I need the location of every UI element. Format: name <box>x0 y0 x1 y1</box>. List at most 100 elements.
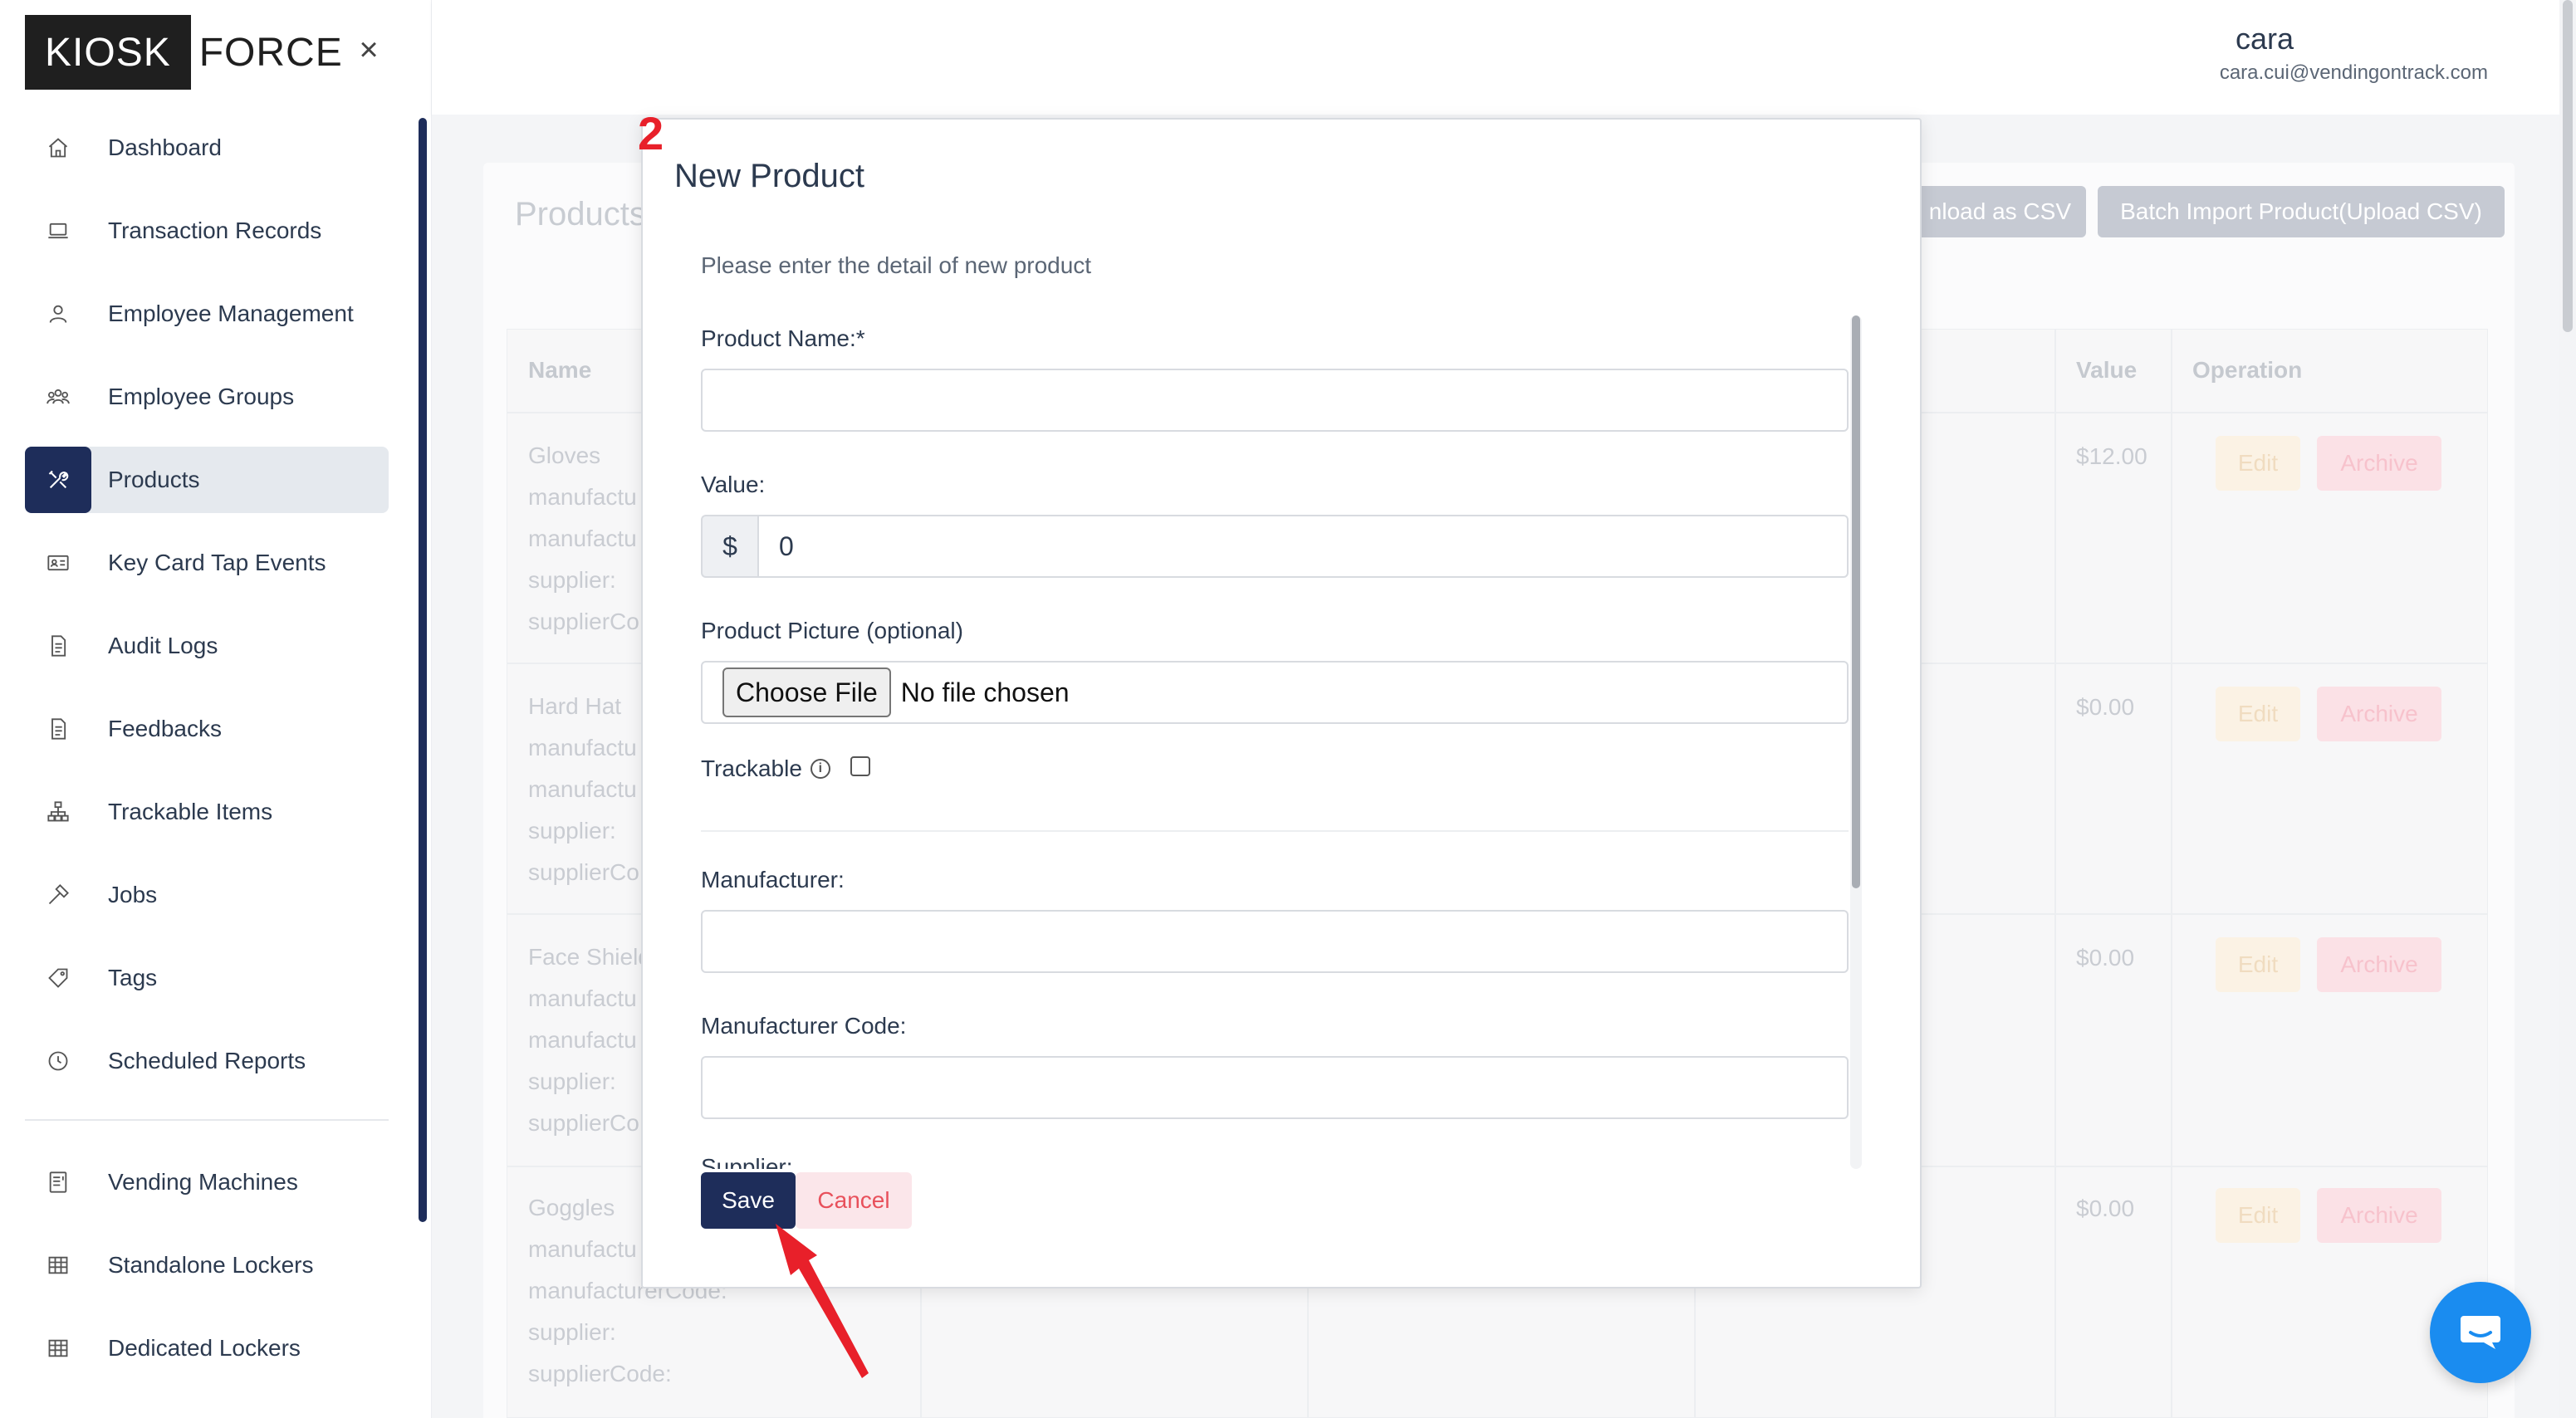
batch-import-button[interactable]: Batch Import Product(Upload CSV) <box>2098 186 2505 237</box>
column-header-value[interactable]: Value <box>2076 357 2137 384</box>
sidebar-item-key-card-tap-events[interactable]: Key Card Tap Events <box>25 530 389 596</box>
file-status: No file chosen <box>900 677 1070 707</box>
sidebar-item-transaction-records[interactable]: Transaction Records <box>25 198 389 264</box>
row-line-text: supplierCo <box>528 859 639 885</box>
sidebar-item-label: Transaction Records <box>108 218 322 243</box>
sidebar-item-vending-machines[interactable]: Vending Machines <box>25 1149 389 1215</box>
sidebar: KIOSK FORCE × Dashboard Transaction Reco… <box>0 0 432 1418</box>
form-scrollbar-thumb[interactable] <box>1852 315 1860 888</box>
annotation-step-number: 2 <box>638 107 664 159</box>
row-line-text: manufactu <box>528 735 637 760</box>
table-col-divider <box>2171 329 2172 1418</box>
id-card-icon <box>25 530 91 596</box>
user-icon <box>25 281 91 347</box>
grid-icon <box>25 1315 91 1381</box>
form-divider <box>701 830 1849 832</box>
hammer-icon <box>25 862 91 928</box>
info-icon[interactable]: i <box>810 759 830 779</box>
sidebar-item-label: Dashboard <box>108 134 222 160</box>
archive-button[interactable]: Archive <box>2317 1188 2441 1243</box>
row-line-text: Face Shield <box>528 944 651 970</box>
sidebar-item-trackable-items[interactable]: Trackable Items <box>25 779 389 845</box>
choose-file-button[interactable]: Choose File <box>722 667 891 717</box>
archive-button[interactable]: Archive <box>2317 436 2441 491</box>
sidebar-item-label: Key Card Tap Events <box>108 550 326 575</box>
currency-prefix: $ <box>701 515 757 578</box>
grid-icon <box>25 1232 91 1298</box>
table-row: Gloves manufactu manufactu supplier: sup… <box>528 435 639 643</box>
row-value: $0.00 <box>2076 694 2135 720</box>
sidebar-item-employee-management[interactable]: Employee Management <box>25 281 389 347</box>
user-name[interactable]: cara <box>2236 22 2294 56</box>
row-line-text: Gloves <box>528 443 601 468</box>
product-picture-file-input: Choose File No file chosen <box>701 661 1849 724</box>
sidebar-item-tags[interactable]: Tags <box>25 945 389 1011</box>
edit-button[interactable]: Edit <box>2216 436 2300 491</box>
modal-title: New Product <box>674 158 864 194</box>
sidebar-item-dedicated-lockers[interactable]: Dedicated Lockers <box>25 1315 389 1381</box>
manufacturer-input[interactable] <box>701 910 1849 973</box>
row-line-text: supplier: <box>528 818 616 843</box>
sidebar-item-employee-groups[interactable]: Employee Groups <box>25 364 389 430</box>
laptop-icon <box>25 198 91 264</box>
vending-icon <box>25 1149 91 1215</box>
sidebar-item-label: Trackable Items <box>108 799 273 824</box>
row-line-text: manufactu <box>528 484 637 510</box>
table-row: Face Shield manufactu manufactu supplier… <box>528 936 651 1144</box>
column-header-name[interactable]: Name <box>528 357 591 384</box>
sidebar-item-label: Products <box>108 467 200 492</box>
row-value: $0.00 <box>2076 1196 2135 1221</box>
product-form: Product Name:* Value: $ Product Picture … <box>701 315 1850 1169</box>
sidebar-item-jobs[interactable]: Jobs <box>25 862 389 928</box>
sidebar-item-dashboard[interactable]: Dashboard <box>25 115 389 181</box>
edit-button[interactable]: Edit <box>2216 1188 2300 1243</box>
page-scrollbar[interactable] <box>2559 0 2576 1418</box>
hierarchy-icon <box>25 779 91 845</box>
close-sidebar-icon[interactable]: × <box>352 33 385 66</box>
sidebar-scrollbar[interactable] <box>419 118 427 1222</box>
product-name-label: Product Name:* <box>701 325 865 351</box>
manufacturer-code-label: Manufacturer Code: <box>701 1013 907 1039</box>
sidebar-item-label: Scheduled Reports <box>108 1048 306 1073</box>
row-line-text: manufactu <box>528 776 637 802</box>
home-icon <box>25 115 91 181</box>
save-button[interactable]: Save <box>701 1172 796 1229</box>
product-picture-label: Product Picture (optional) <box>701 618 963 643</box>
value-input[interactable] <box>757 515 1849 578</box>
logo-force: FORCE <box>198 30 343 75</box>
manufacturer-code-input[interactable] <box>701 1056 1849 1119</box>
chat-icon <box>2461 1316 2500 1349</box>
product-name-input[interactable] <box>701 369 1849 432</box>
trackable-checkbox[interactable] <box>850 756 870 776</box>
sidebar-item-label: Jobs <box>108 882 158 907</box>
edit-button[interactable]: Edit <box>2216 937 2300 992</box>
row-line-text: manufactu <box>528 1027 637 1053</box>
edit-button[interactable]: Edit <box>2216 687 2300 741</box>
tools-icon <box>25 447 91 513</box>
sidebar-item-label: Feedbacks <box>108 716 222 741</box>
column-header-operation: Operation <box>2192 357 2303 383</box>
sidebar-item-scheduled-reports[interactable]: Scheduled Reports <box>25 1028 389 1094</box>
form-scrollbar[interactable] <box>1850 315 1862 1169</box>
sidebar-item-label: Employee Management <box>108 301 354 326</box>
sidebar-item-products[interactable]: Products <box>25 447 389 513</box>
sidebar-item-label: Vending Machines <box>108 1169 298 1195</box>
sidebar-divider <box>25 1119 389 1121</box>
sidebar-item-label: Standalone Lockers <box>108 1252 314 1278</box>
document-icon <box>25 613 91 679</box>
sidebar-item-standalone-lockers[interactable]: Standalone Lockers <box>25 1232 389 1298</box>
page-scrollbar-thumb[interactable] <box>2563 0 2573 332</box>
cancel-button[interactable]: Cancel <box>796 1172 912 1229</box>
row-line-text: supplier: <box>528 1068 616 1094</box>
sidebar-item-label: Dedicated Lockers <box>108 1335 301 1361</box>
sidebar-item-feedbacks[interactable]: Feedbacks <box>25 696 389 762</box>
value-label: Value: <box>701 472 766 497</box>
supplier-label: Supplier: <box>701 1154 793 1169</box>
logo: KIOSK FORCE <box>25 15 343 90</box>
chat-support-button[interactable] <box>2430 1282 2531 1383</box>
archive-button[interactable]: Archive <box>2317 687 2441 741</box>
user-email: cara.cui@vendingontrack.com <box>2219 61 2488 84</box>
archive-button[interactable]: Archive <box>2317 937 2441 992</box>
sidebar-item-audit-logs[interactable]: Audit Logs <box>25 613 389 679</box>
row-line-text: supplierCo <box>528 609 639 634</box>
